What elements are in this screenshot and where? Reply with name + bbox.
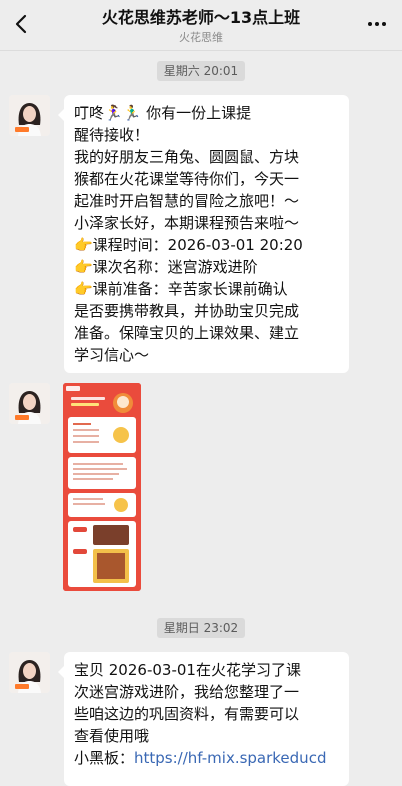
chat-header: 火花思维苏老师～13点上班 火花思维: [0, 0, 402, 51]
message-line: 学习信心～: [74, 346, 150, 364]
teacher-avatar[interactable]: [9, 383, 50, 424]
chat-subtitle: 火花思维: [179, 31, 223, 44]
back-chevron-icon[interactable]: [10, 12, 34, 36]
message-line: 叮咚🏃‍♀️🏃‍♂️ 你有一份上课提: [74, 104, 252, 122]
more-dots-icon[interactable]: [366, 14, 388, 34]
message-bubble[interactable]: 宝贝 2026-03-01在火花学习了课 次迷宫游戏进阶，我给您整理了一 些咱这…: [58, 652, 349, 786]
message-line: 👉课次名称：迷宫游戏进阶: [74, 258, 258, 276]
timestamp-divider: 星期六 20:01: [0, 60, 402, 81]
message-line: 👉课程时间：2026-03-01 20:20: [74, 236, 303, 254]
message-line: 👉课前准备：辛苦家长课前确认: [74, 280, 288, 298]
message-line: 起准时开启智慧的冒险之旅吧！～: [74, 192, 300, 210]
timestamp-divider: 星期日 23:02: [0, 617, 402, 638]
message-line: 是否要携带教具，并协助宝贝完成: [74, 302, 300, 320]
message-bubble[interactable]: 叮咚🏃‍♀️🏃‍♂️ 你有一份上课提 醒待接收！ 我的好朋友三角兔、圆圆鼠、方块…: [58, 95, 349, 373]
message-link-line: 小黑板：https://hf-mix.sparkeducd: [74, 747, 339, 769]
link-prefix: 小黑板：: [74, 749, 135, 767]
message-line: 小泽家长好，本期课程预告来啦～: [74, 214, 300, 232]
message-line: 准备。保障宝贝的上课效果、建立: [74, 324, 300, 342]
course-poster-image[interactable]: [63, 383, 141, 591]
message-line: 我的好朋友三角兔、圆圆鼠、方块: [74, 148, 300, 166]
message-line: 宝贝 2026-03-01在火花学习了课: [74, 661, 301, 679]
course-material-link[interactable]: https://hf-mix.sparkeducd: [134, 749, 326, 767]
timestamp-label: 星期日 23:02: [156, 618, 246, 638]
message-line: 次迷宫游戏进阶，我给您整理了一: [74, 683, 300, 701]
timestamp-label: 星期六 20:01: [156, 61, 246, 81]
chat-title: 火花思维苏老师～13点上班: [101, 8, 301, 27]
message-line: 些咱这边的巩固资料，有需要可以: [74, 705, 300, 723]
message-line: 猴都在火花课堂等待你们，今天一: [74, 170, 300, 188]
message-line: 醒待接收！: [74, 126, 150, 144]
message-line: 查看使用哦: [74, 727, 150, 745]
teacher-avatar[interactable]: [9, 95, 50, 136]
teacher-avatar[interactable]: [9, 652, 50, 693]
